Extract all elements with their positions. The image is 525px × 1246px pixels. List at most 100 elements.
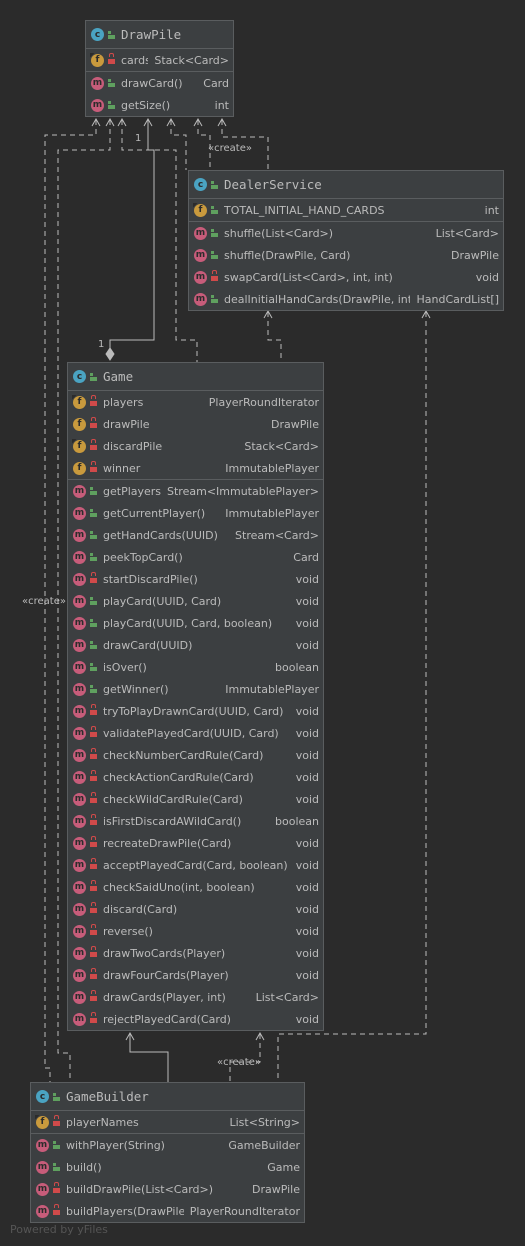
field-row[interactable]: f drawPile DrawPile	[68, 413, 323, 435]
method-row[interactable]: m checkSaidUno(int, boolean) void	[68, 876, 323, 898]
create-label-dealer: «create»	[208, 143, 252, 154]
method-row[interactable]: m checkNumberCardRule(Card) void	[68, 744, 323, 766]
field-row[interactable]: f players PlayerRoundIterator	[68, 391, 323, 413]
method-row[interactable]: m recreateDrawPile(Card) void	[68, 832, 323, 854]
class-icon: c	[194, 178, 207, 191]
field-type: PlayerRoundIterator	[208, 395, 319, 409]
field-icon: f	[73, 417, 86, 431]
method-name: buildDrawPile(List<Card>)	[66, 1182, 214, 1196]
method-row[interactable]: m build() Game	[31, 1156, 304, 1178]
public-visibility-icon	[211, 295, 218, 303]
method-row[interactable]: m rejectPlayedCard(Card) void	[68, 1008, 323, 1030]
method-row[interactable]: m withPlayer(String) GameBuilder	[31, 1134, 304, 1156]
method-row[interactable]: m validatePlayedCard(UUID, Card) void	[68, 722, 323, 744]
method-row[interactable]: m drawCard(UUID) void	[68, 634, 323, 656]
method-icon: m	[73, 594, 86, 608]
private-visibility-icon	[90, 792, 97, 803]
method-row[interactable]: m buildPlayers(DrawPile) PlayerRoundIterat…	[31, 1200, 304, 1222]
private-visibility-icon	[90, 417, 97, 428]
method-return-type: DrawPile	[450, 248, 499, 262]
fields-section: f playerNames List<String>	[31, 1111, 304, 1134]
method-icon: m	[73, 484, 86, 498]
method-name: startDiscardPile()	[103, 572, 198, 586]
composition-diamond	[105, 347, 115, 361]
method-row[interactable]: m peekTopCard() Card	[68, 546, 323, 568]
method-name: withPlayer(String)	[66, 1138, 165, 1152]
class-drawpile[interactable]: c DrawPile f cards Stack<Card> m drawCard() Car…	[85, 20, 234, 117]
class-title: DealerService	[224, 177, 322, 192]
public-visibility-icon	[90, 531, 97, 539]
private-visibility-icon	[90, 572, 97, 583]
private-visibility-icon	[90, 395, 97, 406]
method-icon: m	[73, 616, 86, 630]
class-gamebuilder[interactable]: c GameBuilder f playerNames List<String> m wit…	[30, 1082, 305, 1223]
field-row[interactable]: f winner ImmutablePlayer	[68, 457, 323, 479]
method-row[interactable]: m swapCard(List<Card>, int, int) void	[189, 266, 503, 288]
method-name: swapCard(List<Card>, int, int)	[224, 270, 393, 284]
method-row[interactable]: m playCard(UUID, Card, boolean) void	[68, 612, 323, 634]
private-visibility-icon	[90, 461, 97, 472]
method-name: getWinner()	[103, 682, 169, 696]
class-game[interactable]: c Game f players PlayerRoundIterator f drawPil…	[67, 362, 324, 1031]
field-name: cards	[121, 53, 149, 67]
method-row[interactable]: m getCurrentPlayer() ImmutablePlayer	[68, 502, 323, 524]
method-name: checkActionCardRule(Card)	[103, 770, 254, 784]
method-name: checkSaidUno(int, boolean)	[103, 880, 255, 894]
field-row[interactable]: f TOTAL_INITIAL_HAND_CARDS int	[189, 199, 503, 221]
method-return-type: void	[295, 836, 319, 850]
method-return-type: void	[295, 902, 319, 916]
method-name: checkNumberCardRule(Card)	[103, 748, 264, 762]
class-header[interactable]: c GameBuilder	[31, 1083, 304, 1111]
method-return-type: boolean	[275, 660, 319, 674]
method-row[interactable]: m shuffle(DrawPile, Card) DrawPile	[189, 244, 503, 266]
method-row[interactable]: m isFirstDiscardAWildCard() boolean	[68, 810, 323, 832]
method-row[interactable]: m dealInitialHandCards(DrawPile, int) Hand…	[189, 288, 503, 310]
class-header[interactable]: c DrawPile	[86, 21, 233, 49]
method-row[interactable]: m drawCard() Card	[86, 72, 233, 94]
method-row[interactable]: m getWinner() ImmutablePlayer	[68, 678, 323, 700]
method-row[interactable]: m shuffle(List<Card>) List<Card>	[189, 222, 503, 244]
method-row[interactable]: m buildDrawPile(List<Card>) DrawPile	[31, 1178, 304, 1200]
field-row[interactable]: f discardPile Stack<Card>	[68, 435, 323, 457]
private-visibility-icon	[90, 880, 97, 891]
field-type: DrawPile	[270, 417, 319, 431]
fields-section: f players PlayerRoundIterator f drawPile Draw…	[68, 391, 323, 480]
method-row[interactable]: m reverse() void	[68, 920, 323, 942]
method-row[interactable]: m acceptPlayedCard(Card, boolean) void	[68, 854, 323, 876]
method-row[interactable]: m startDiscardPile() void	[68, 568, 323, 590]
field-row[interactable]: f playerNames List<String>	[31, 1111, 304, 1133]
public-visibility-icon	[108, 30, 115, 39]
class-dealerservice[interactable]: c DealerService f TOTAL_INITIAL_HAND_CARDS i…	[188, 170, 504, 311]
methods-section: m getPlayers() Stream<ImmutablePlayer> m get…	[68, 480, 323, 1030]
method-row[interactable]: m tryToPlayDrawnCard(UUID, Card) void	[68, 700, 323, 722]
method-row[interactable]: m drawTwoCards(Player) void	[68, 942, 323, 964]
method-icon: m	[73, 968, 86, 982]
method-icon: m	[73, 880, 86, 894]
method-row[interactable]: m checkActionCardRule(Card) void	[68, 766, 323, 788]
class-header[interactable]: c DealerService	[189, 171, 503, 199]
method-return-type: void	[295, 770, 319, 784]
method-row[interactable]: m isOver() boolean	[68, 656, 323, 678]
private-visibility-icon	[211, 270, 218, 281]
method-row[interactable]: m checkWildCardRule(Card) void	[68, 788, 323, 810]
method-row[interactable]: m discard(Card) void	[68, 898, 323, 920]
method-name: tryToPlayDrawnCard(UUID, Card)	[103, 704, 284, 718]
fields-section: f TOTAL_INITIAL_HAND_CARDS int	[189, 199, 503, 222]
method-icon: m	[73, 528, 86, 542]
method-row[interactable]: m getHandCards(UUID) Stream<Card>	[68, 524, 323, 546]
method-name: reverse()	[103, 924, 153, 938]
method-row[interactable]: m getSize() int	[86, 94, 233, 116]
field-row[interactable]: f cards Stack<Card>	[86, 49, 233, 71]
method-row[interactable]: m drawFourCards(Player) void	[68, 964, 323, 986]
class-header[interactable]: c Game	[68, 363, 323, 391]
method-return-type: List<Card>	[435, 226, 499, 240]
field-icon: f	[73, 461, 86, 475]
method-row[interactable]: m drawCards(Player, int) List<Card>	[68, 986, 323, 1008]
method-return-type: void	[295, 572, 319, 586]
method-row[interactable]: m playCard(UUID, Card) void	[68, 590, 323, 612]
public-visibility-icon	[90, 597, 97, 605]
field-type: Stack<Card>	[154, 53, 229, 67]
method-row[interactable]: m getPlayers() Stream<ImmutablePlayer>	[68, 480, 323, 502]
method-icon: m	[73, 858, 86, 872]
dep-dealer-drawpile-1	[170, 120, 187, 170]
